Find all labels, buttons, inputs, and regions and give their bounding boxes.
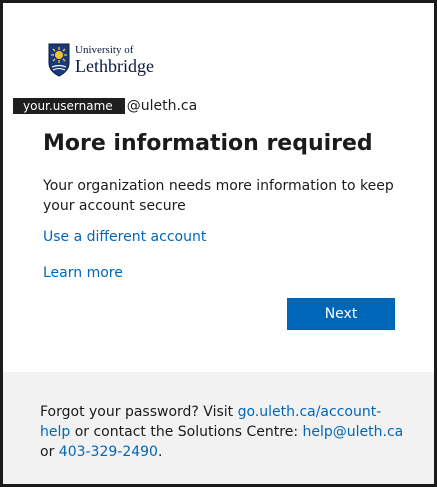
logo-wordmark: University of Lethbridge bbox=[75, 44, 154, 76]
university-shield-icon bbox=[48, 43, 70, 77]
help-text-part3: or bbox=[40, 444, 59, 460]
logo-line2: Lethbridge bbox=[75, 56, 154, 76]
help-text-part2: or contact the Solutions Centre: bbox=[70, 424, 303, 440]
page-title: More information required bbox=[43, 131, 373, 156]
help-email-link[interactable]: help@uleth.ca bbox=[303, 424, 404, 440]
logo-line1: University of bbox=[75, 44, 134, 56]
username-domain: @uleth.ca bbox=[126, 98, 198, 114]
help-text: Forgot your password? Visit go.uleth.ca/… bbox=[40, 402, 410, 462]
next-button[interactable]: Next bbox=[287, 298, 395, 330]
learn-more-link[interactable]: Learn more bbox=[43, 265, 123, 281]
help-text-part4: . bbox=[157, 444, 163, 460]
description-text: Your organization needs more information… bbox=[43, 178, 394, 214]
account-identity: your.username @uleth.ca bbox=[13, 98, 197, 114]
help-phone-link[interactable]: 403-329-2490 bbox=[59, 444, 158, 460]
sign-in-dialog: University of Lethbridge your.username @… bbox=[0, 0, 437, 487]
university-logo: University of Lethbridge bbox=[48, 42, 154, 78]
help-text-part1: Forgot your password? Visit bbox=[40, 404, 238, 420]
use-different-account-link[interactable]: Use a different account bbox=[43, 229, 206, 245]
username-redacted: your.username bbox=[13, 98, 125, 114]
help-footer: Forgot your password? Visit go.uleth.ca/… bbox=[3, 372, 434, 484]
